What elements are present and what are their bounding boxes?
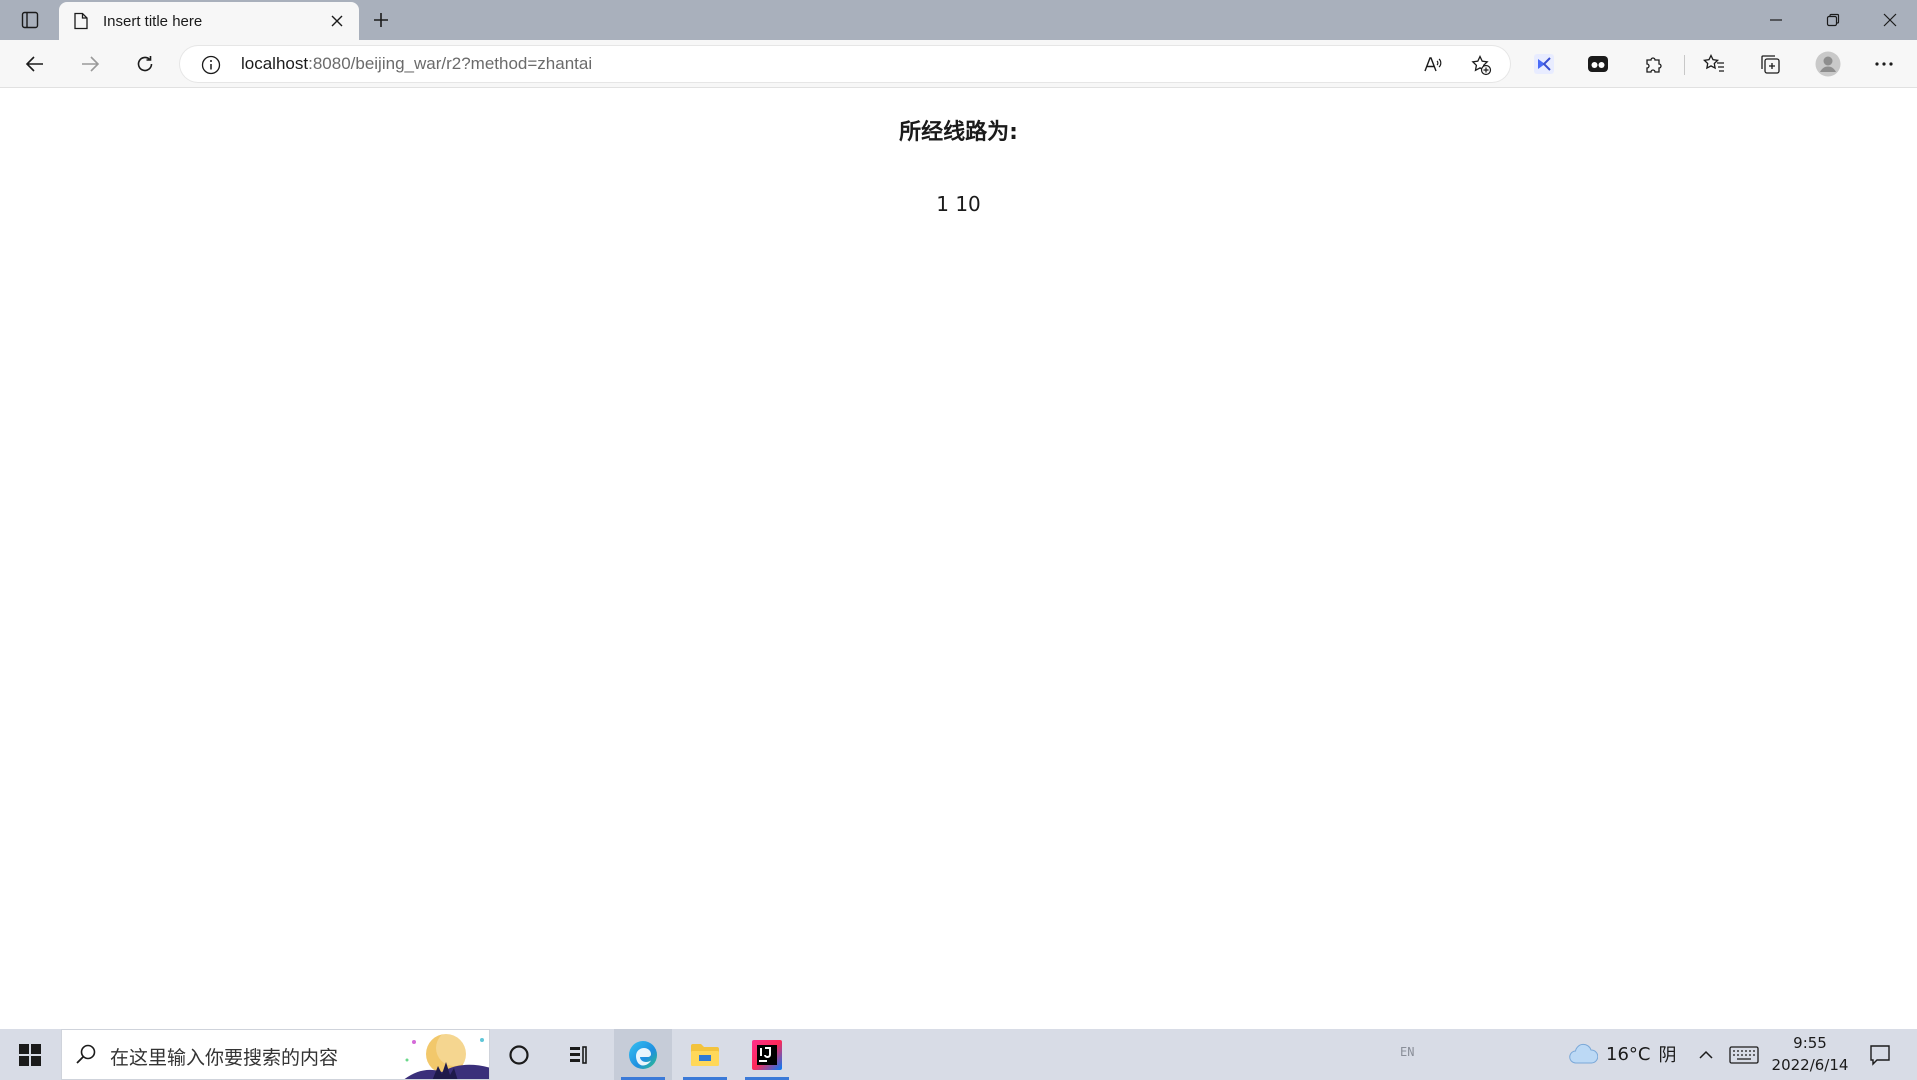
taskbar-app-edge[interactable]: [614, 1029, 672, 1080]
touch-keyboard-button[interactable]: [1726, 1041, 1762, 1069]
clock-time: 9:55: [1793, 1034, 1827, 1052]
edge-browser-icon: [629, 1040, 657, 1069]
star-add-icon: [1471, 54, 1492, 76]
new-tab-button[interactable]: [366, 6, 396, 34]
taskbar-app-file-explorer[interactable]: [676, 1029, 734, 1080]
tab-actions-icon: [21, 11, 39, 29]
collections-button[interactable]: [1754, 48, 1786, 80]
weather-temperature: 16°C: [1606, 1043, 1651, 1065]
translate-extension-icon: [1534, 54, 1554, 74]
url-path: :8080/beijing_war/r2?method=zhantai: [308, 54, 593, 73]
notification-icon: [1870, 1045, 1890, 1066]
taskbar-search-box[interactable]: 在这里输入你要搜索的内容: [61, 1029, 490, 1080]
show-hidden-icons-button[interactable]: [1692, 1041, 1720, 1069]
url-text[interactable]: localhost:8080/beijing_war/r2?method=zha…: [241, 54, 592, 74]
collections-icon: [1761, 55, 1780, 74]
browser-tab-active[interactable]: Insert title here: [59, 2, 359, 40]
minimize-icon: [1770, 19, 1782, 21]
tab-strip: Insert title here: [0, 0, 1917, 40]
taskbar: 在这里输入你要搜索的内容 EN 16°C 阴 9:55 2022/6/14: [0, 1029, 1917, 1080]
read-aloud-button[interactable]: [1420, 52, 1446, 78]
weather-widget[interactable]: 16°C 阴: [1568, 1039, 1676, 1069]
arrow-right-icon: [82, 56, 100, 72]
refresh-button[interactable]: [127, 46, 163, 82]
plus-icon: [374, 13, 388, 27]
page-heading: 所经线路为:: [899, 120, 1018, 145]
info-icon: [201, 55, 221, 75]
ime-indicator[interactable]: EN: [1400, 1045, 1414, 1059]
arrow-left-icon: [25, 56, 43, 72]
close-window-button[interactable]: [1862, 0, 1917, 40]
intellij-idea-icon: [752, 1039, 782, 1070]
puzzle-icon: [1646, 57, 1662, 73]
restore-icon: [1826, 13, 1840, 27]
forward-button[interactable]: [72, 46, 108, 82]
restore-button[interactable]: [1805, 0, 1861, 40]
windows-logo-icon: [19, 1043, 41, 1066]
read-aloud-icon: [1424, 57, 1442, 72]
route-result: 1 10: [936, 192, 981, 216]
taskbar-app-intellij[interactable]: [738, 1029, 796, 1080]
extension-button[interactable]: [1528, 48, 1560, 80]
favorites-button[interactable]: [1698, 48, 1730, 80]
tab-title: Insert title here: [103, 12, 203, 30]
page-document-icon: [74, 12, 88, 30]
search-highlight-illustration: [402, 1030, 489, 1079]
task-view-icon: [570, 1045, 587, 1064]
url-host: localhost: [241, 54, 309, 73]
refresh-icon: [137, 56, 153, 72]
taskbar-clock[interactable]: 9:55 2022/6/14: [1760, 1032, 1860, 1076]
start-button[interactable]: [0, 1029, 60, 1080]
clock-date: 2022/6/14: [1771, 1056, 1849, 1074]
profile-button[interactable]: [1812, 48, 1844, 80]
cortana-button[interactable]: [490, 1029, 548, 1080]
close-icon: [1883, 13, 1897, 27]
keyboard-icon: [1729, 1046, 1759, 1064]
favorites-icon: [1703, 53, 1724, 72]
page-content: 所经线路为: 1 10: [0, 89, 1917, 1029]
chevron-up-icon: [1699, 1050, 1713, 1059]
browser-toolbar: localhost:8080/beijing_war/r2?method=zha…: [0, 40, 1917, 88]
cortana-circle-icon: [509, 1044, 529, 1065]
mask-extension-icon: [1588, 56, 1608, 72]
extensions-button[interactable]: [1638, 48, 1670, 80]
cloud-icon: [1569, 1043, 1598, 1064]
avatar-icon: [1815, 51, 1841, 77]
search-placeholder: 在这里输入你要搜索的内容: [110, 1047, 339, 1069]
folder-icon: [691, 1043, 719, 1066]
site-info-button[interactable]: [200, 54, 222, 76]
tab-actions-button[interactable]: [14, 6, 46, 34]
minimize-button[interactable]: [1748, 0, 1804, 40]
add-favorite-button[interactable]: [1468, 52, 1494, 78]
address-bar[interactable]: localhost:8080/beijing_war/r2?method=zha…: [180, 46, 1510, 82]
task-view-button[interactable]: [550, 1029, 608, 1080]
toolbar-separator: [1684, 55, 1685, 75]
settings-more-button[interactable]: [1868, 48, 1900, 80]
weather-condition: 阴: [1658, 1045, 1677, 1066]
more-icon: [1875, 62, 1893, 66]
back-button[interactable]: [17, 46, 53, 82]
extension-button[interactable]: [1582, 48, 1614, 80]
tab-close-button[interactable]: [327, 11, 347, 31]
notification-center-button[interactable]: [1864, 1039, 1896, 1071]
close-icon: [331, 15, 343, 27]
search-icon: [74, 1043, 98, 1067]
